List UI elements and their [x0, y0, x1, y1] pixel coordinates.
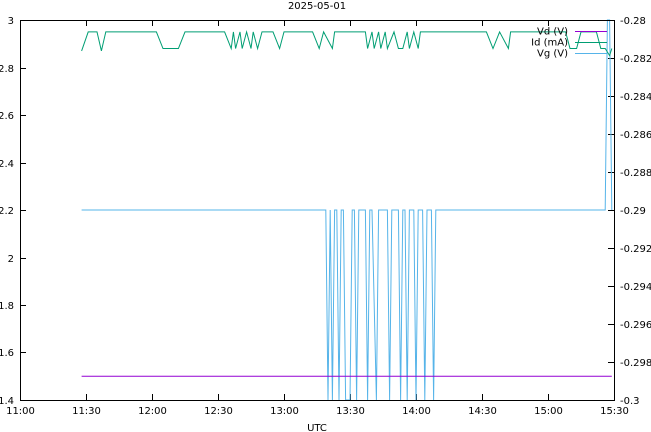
chart: 2025-05-01 11:00 11:30 12:00 12:30 13:00 13:3… — [0, 1, 651, 432]
y-right-tick-label: -0.286 — [620, 130, 651, 141]
legend: Vd (V)Id (mA)Vg (V) — [531, 27, 607, 60]
x-tick-label: 15:00 — [534, 406, 563, 417]
y-left-tick-label: 2.6 — [0, 111, 14, 122]
x-tick-label: 12:30 — [204, 406, 233, 417]
y-left-tick-label: 2.8 — [0, 64, 14, 75]
y-left-tick-label: 2.2 — [0, 206, 14, 217]
y-right-tick-label: -0.288 — [620, 168, 651, 179]
chart-title: 2025-05-01 — [288, 1, 346, 12]
y-right-tick-label: -0.29 — [620, 206, 646, 217]
y-left-tick-label: 2 — [8, 254, 14, 265]
y-right-tick-label: -0.284 — [620, 92, 651, 103]
x-tick-label: 11:30 — [72, 406, 101, 417]
y-left-tick-label: 1.8 — [0, 301, 14, 312]
y-right-tick-label: -0.296 — [620, 320, 651, 331]
y-right-tick-label: -0.28 — [620, 16, 646, 27]
x-tick-label: 13:30 — [336, 406, 365, 417]
legend-label-vg: Vg (V) — [537, 49, 568, 60]
y-right-tick-label: -0.282 — [620, 54, 651, 65]
y-left-tick-label: 1.6 — [0, 348, 14, 359]
x-tick-label: 13:00 — [270, 406, 299, 417]
y-right-tick-label: -0.294 — [620, 282, 651, 293]
x-tick-label: 14:00 — [402, 406, 431, 417]
y-right-tick-label: -0.292 — [620, 244, 651, 255]
y-left-tick-label: 2.4 — [0, 159, 14, 170]
legend-label-vd: Vd (V) — [537, 27, 568, 38]
x-tick-label: 12:00 — [138, 406, 167, 417]
y-right-tick-label: -0.3 — [620, 396, 640, 407]
legend-label-id: Id (mA) — [531, 38, 568, 49]
series-layer — [81, 19, 613, 401]
y-left-tick-label: 3 — [8, 16, 14, 27]
y-right-tick-label: -0.298 — [620, 358, 651, 369]
series-line-vg — [81, 19, 613, 401]
y-left-tick-label: 1.4 — [0, 396, 14, 407]
x-tick-label: 11:00 — [6, 406, 35, 417]
x-tick-label: 15:30 — [600, 406, 629, 417]
x-tick-label: 14:30 — [468, 406, 497, 417]
x-axis-label: UTC — [307, 423, 327, 432]
